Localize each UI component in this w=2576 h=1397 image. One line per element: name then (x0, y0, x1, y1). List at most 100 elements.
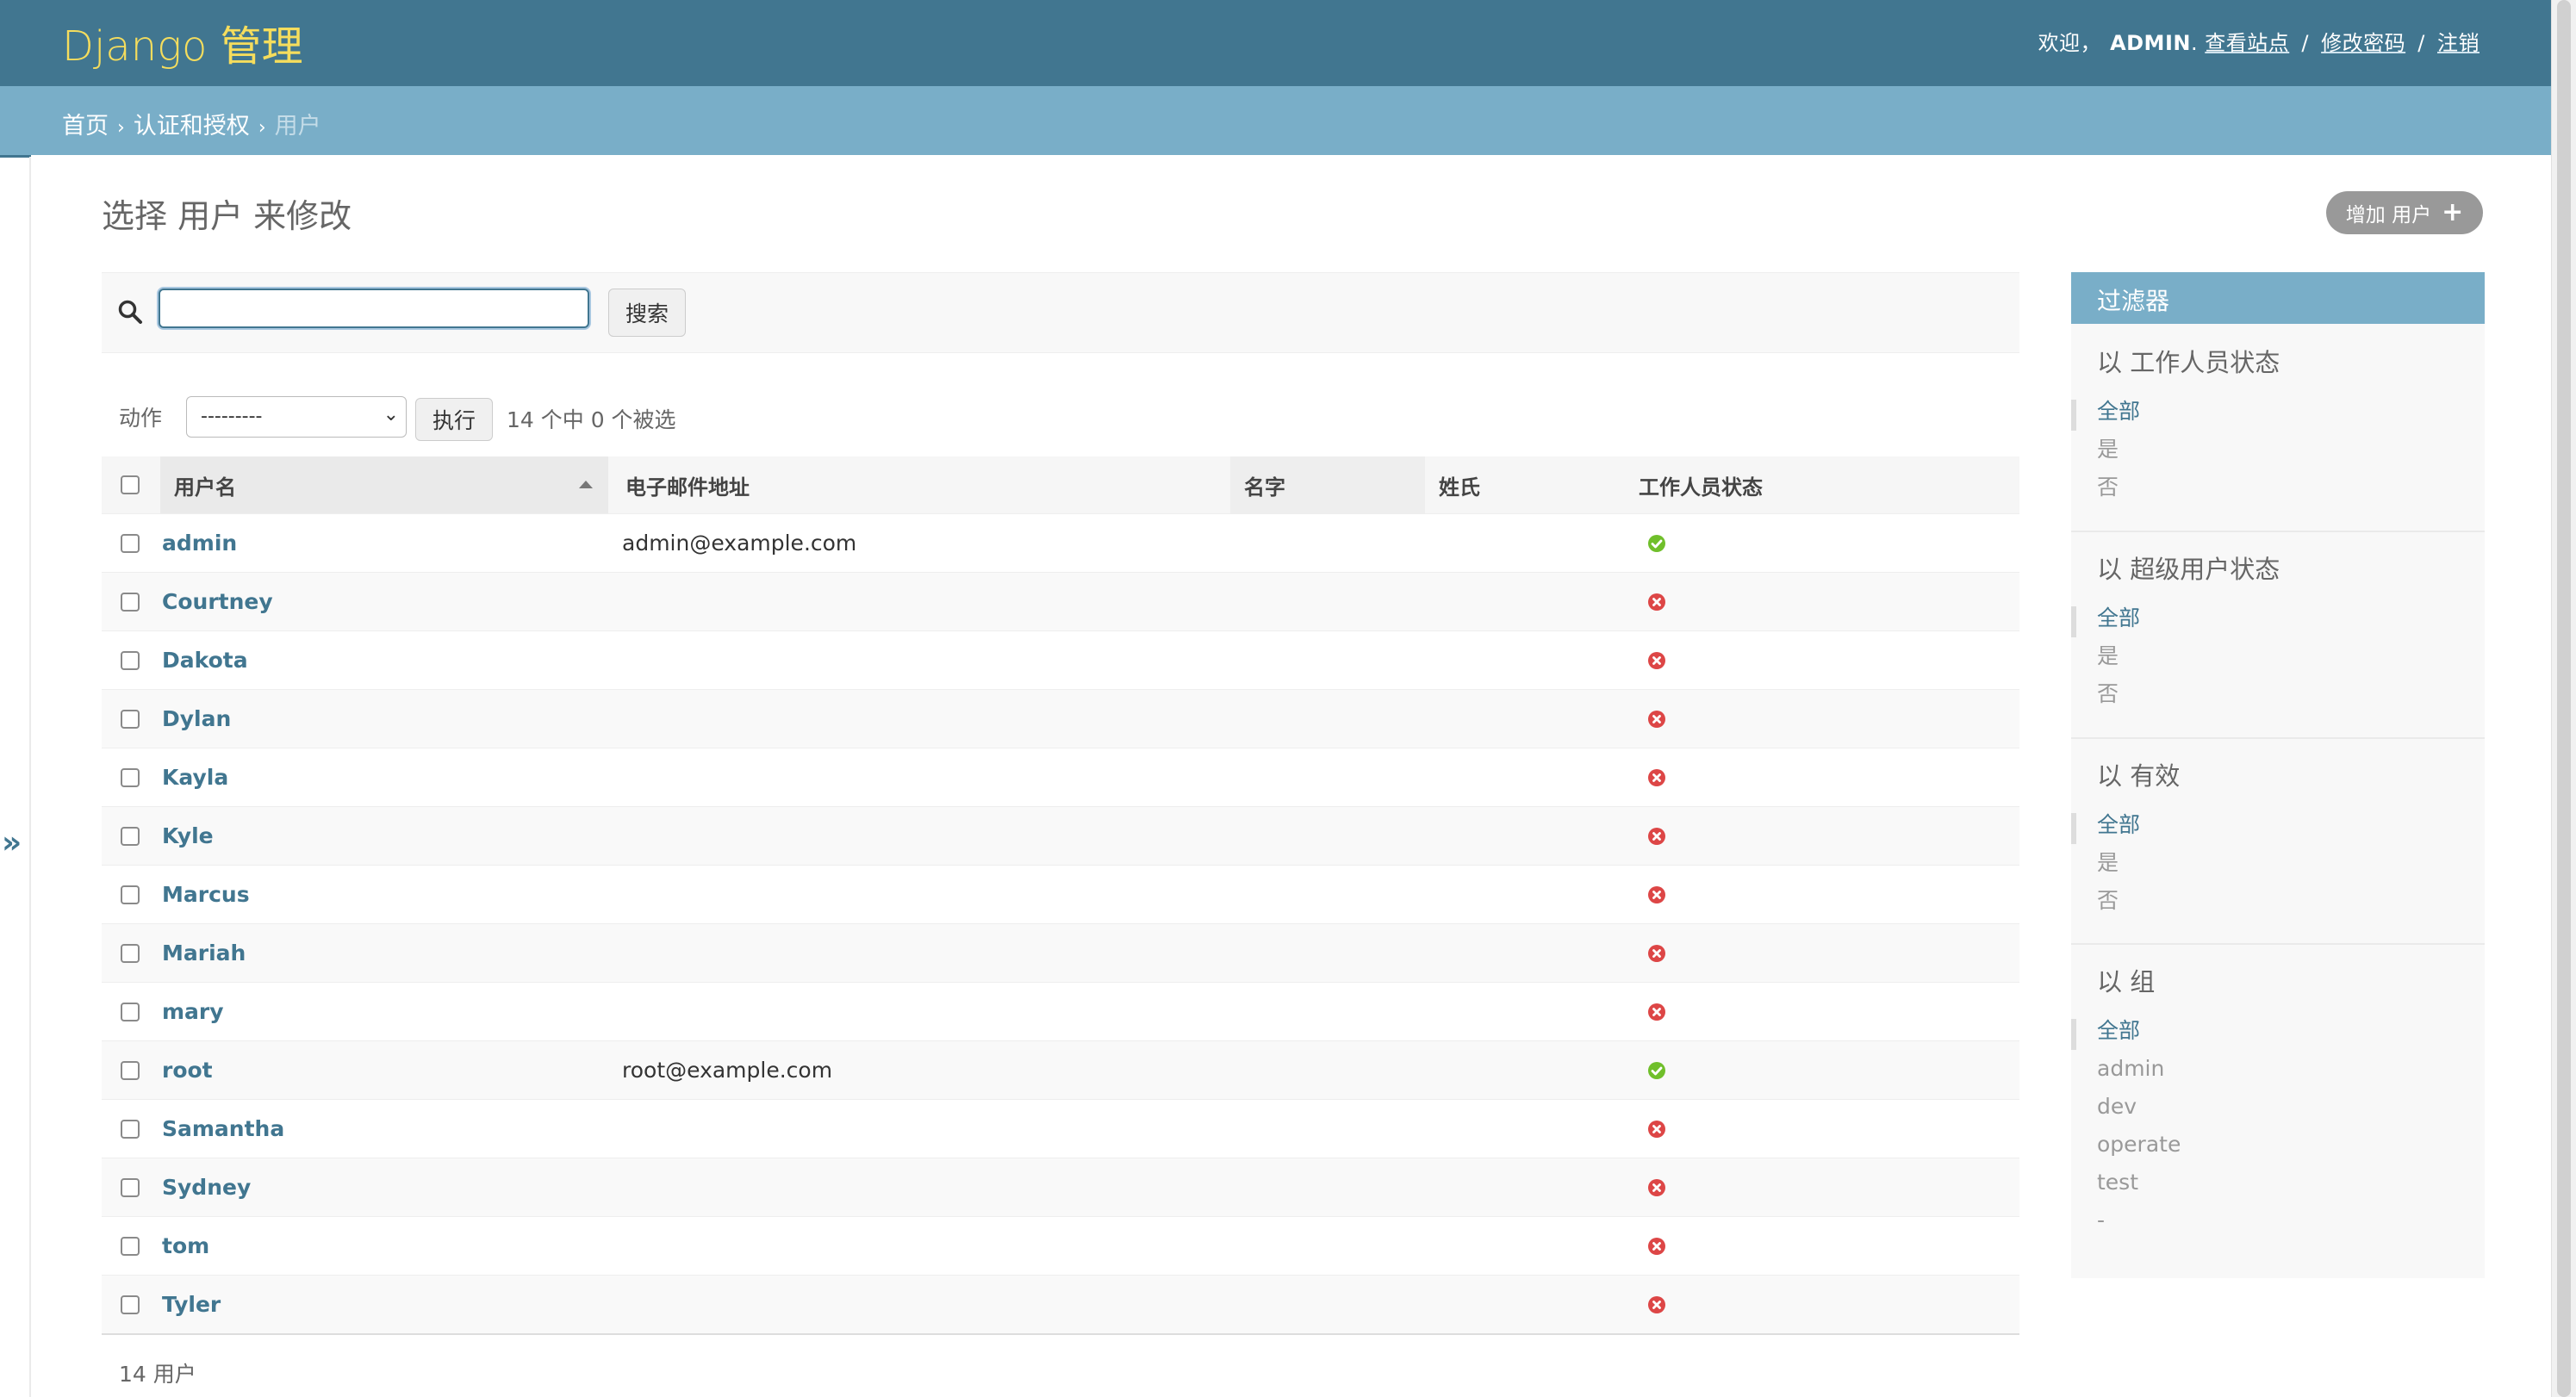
search-input[interactable] (159, 289, 589, 328)
row-checkbox[interactable] (121, 592, 140, 612)
filter-option[interactable]: 否 (2071, 882, 2485, 920)
column-header-first-name[interactable]: 名字 (1230, 456, 1425, 514)
row-checkbox[interactable] (121, 943, 140, 963)
filter-option[interactable]: 是 (2071, 844, 2485, 882)
separator: / (2417, 31, 2425, 55)
username-link[interactable]: Sydney (160, 1175, 251, 1200)
username-link[interactable]: admin (160, 531, 237, 556)
username: ADMIN (2110, 31, 2191, 55)
username-link[interactable]: Mariah (160, 941, 246, 965)
table-header-row: 用户名 电子邮件地址 名字 姓氏 工作人员状态 (102, 456, 2019, 514)
yes-icon (1648, 534, 1665, 552)
column-label: 名字 (1244, 475, 1285, 500)
filter-option[interactable]: 是 (2071, 637, 2485, 675)
username-cell: Dylan (160, 689, 608, 748)
row-checkbox[interactable] (121, 1177, 140, 1197)
select-all-checkbox[interactable] (121, 475, 140, 494)
row-checkbox[interactable] (121, 650, 140, 670)
username-link[interactable]: root (160, 1058, 213, 1083)
email-cell (608, 1099, 1230, 1158)
paginator: 14 用户 (119, 1362, 196, 1387)
logout-link[interactable]: 注销 (2437, 31, 2480, 55)
staff-status-cell (1620, 513, 2019, 573)
sort-ascending-icon[interactable] (579, 481, 593, 488)
row-checkbox[interactable] (121, 826, 140, 846)
username-link[interactable]: tom (160, 1233, 209, 1258)
username-link[interactable]: Courtney (160, 589, 273, 614)
filter-option[interactable]: 否 (2071, 675, 2485, 713)
filter-option[interactable]: test (2071, 1164, 2485, 1201)
table-row: Tyler (102, 1275, 2019, 1335)
toggle-nav-sidebar-icon[interactable]: » (2, 825, 22, 860)
view-site-link[interactable]: 查看站点 (2205, 31, 2289, 55)
column-header-staff-status[interactable]: 工作人员状态 (1620, 456, 2019, 514)
username-link[interactable]: Dylan (160, 706, 231, 731)
username-link[interactable]: Dakota (160, 648, 248, 673)
first-name-cell (1230, 923, 1425, 983)
selection-counter: 14 个中 0 个被选 (507, 407, 676, 432)
staff-status-cell (1620, 1158, 2019, 1217)
filter-option[interactable]: 是 (2071, 431, 2485, 469)
filter-option[interactable]: operate (2071, 1126, 2485, 1164)
scrollbar-thumb[interactable] (2557, 0, 2571, 1397)
table-row: Mariah (102, 923, 2019, 983)
filter-option[interactable]: 全部 (2071, 806, 2485, 844)
site-branding[interactable]: Django 管理 (62, 12, 303, 72)
filter-divider (2071, 943, 2485, 945)
row-checkbox[interactable] (121, 533, 140, 553)
row-checkbox[interactable] (121, 709, 140, 729)
row-select-cell (102, 1275, 160, 1335)
filter-option[interactable]: dev (2071, 1088, 2485, 1126)
column-header-last-name[interactable]: 姓氏 (1425, 456, 1620, 514)
no-icon (1648, 1120, 1665, 1138)
column-header-email[interactable]: 电子邮件地址 (608, 456, 1230, 514)
username-link[interactable]: Tyler (160, 1292, 221, 1317)
filter-option[interactable]: 全部 (2071, 599, 2485, 637)
row-checkbox[interactable] (121, 767, 140, 787)
change-password-link[interactable]: 修改密码 (2321, 31, 2405, 55)
filter-group-title: 以 工作人员状态 (2097, 348, 2280, 377)
table-row: Dakota (102, 630, 2019, 690)
no-icon (1648, 1178, 1665, 1196)
email-value (608, 823, 622, 848)
username-link[interactable]: mary (160, 999, 224, 1024)
row-checkbox[interactable] (121, 885, 140, 904)
username-link[interactable]: Kayla (160, 765, 228, 790)
breadcrumb-auth[interactable]: 认证和授权 (134, 113, 250, 140)
last-name-cell (1425, 982, 1620, 1041)
email-value (608, 589, 622, 614)
row-checkbox[interactable] (121, 1002, 140, 1021)
no-icon (1648, 593, 1665, 611)
no-icon (1648, 651, 1665, 669)
filter-options: 全部是否 (2071, 806, 2485, 920)
username-link[interactable]: Marcus (160, 882, 250, 907)
search-button[interactable]: 搜索 (608, 289, 686, 337)
column-label: 电子邮件地址 (625, 475, 750, 500)
filter-option[interactable]: admin (2071, 1050, 2485, 1088)
username-link[interactable]: Samantha (160, 1116, 284, 1141)
table-row: Samantha (102, 1099, 2019, 1158)
row-checkbox[interactable] (121, 1236, 140, 1256)
row-checkbox[interactable] (121, 1119, 140, 1139)
filter-option[interactable]: 全部 (2071, 1012, 2485, 1050)
column-header-username[interactable]: 用户名 (160, 456, 608, 514)
username-cell: Courtney (160, 572, 608, 631)
add-user-button[interactable]: 增加 用户 + (2326, 191, 2483, 234)
select-all-header (102, 456, 160, 514)
email-value: admin@example.com (622, 531, 857, 556)
username-link[interactable]: Kyle (160, 823, 214, 848)
row-checkbox[interactable] (121, 1295, 140, 1314)
filter-option[interactable]: 否 (2071, 469, 2485, 506)
filter-options: 全部是否 (2071, 599, 2485, 713)
first-name-cell (1230, 1216, 1425, 1276)
filter-option[interactable]: 全部 (2071, 393, 2485, 431)
first-name-cell (1230, 1099, 1425, 1158)
run-action-button[interactable]: 执行 (415, 398, 493, 441)
username-cell: mary (160, 982, 608, 1041)
row-checkbox[interactable] (121, 1060, 140, 1080)
filter-option[interactable]: - (2071, 1201, 2485, 1239)
last-name-cell (1425, 748, 1620, 807)
breadcrumb-home[interactable]: 首页 (62, 113, 109, 140)
staff-status-cell (1620, 1275, 2019, 1335)
action-select[interactable]: --------- ⌄ (186, 396, 407, 438)
